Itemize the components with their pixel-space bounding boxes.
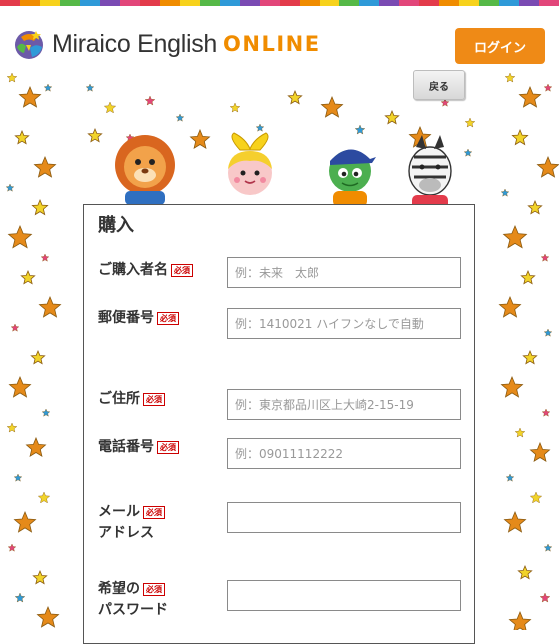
star-icon <box>43 83 53 92</box>
star-icon <box>25 436 47 457</box>
logo-online-text: ONLINE <box>223 32 321 56</box>
star-icon <box>32 569 48 585</box>
star-icon <box>505 473 515 482</box>
star-icon <box>13 473 23 482</box>
star-icon <box>498 295 522 318</box>
purchaser-name-input[interactable] <box>227 257 461 288</box>
form-title: 購入 <box>98 215 134 236</box>
star-icon <box>30 349 46 365</box>
star-icon <box>287 89 303 105</box>
star-icon <box>540 253 550 262</box>
logo-wordmark: Miraico English <box>52 29 218 58</box>
star-icon <box>6 422 18 433</box>
star-icon <box>20 269 36 285</box>
star-icon <box>36 605 60 628</box>
star-icon <box>103 101 117 114</box>
globe-logo-icon <box>15 31 43 59</box>
star-icon <box>33 155 57 178</box>
star-icon <box>508 610 532 630</box>
star-icon <box>543 83 553 92</box>
star-icon <box>527 199 543 215</box>
back-button[interactable]: 戻る <box>413 70 465 100</box>
star-icon <box>536 155 559 178</box>
star-icon <box>529 491 543 504</box>
star-icon <box>229 102 241 113</box>
phone-label: 電話番号 必須 <box>98 437 179 458</box>
star-icon <box>522 349 538 365</box>
star-icon <box>85 83 95 92</box>
purchaser-name-label: ご購入者名 必須 <box>98 260 193 281</box>
star-icon <box>14 592 26 603</box>
email-input[interactable] <box>227 502 461 533</box>
star-icon <box>31 198 49 216</box>
star-icon <box>504 72 516 83</box>
zebra-character <box>408 135 452 209</box>
star-icon <box>518 85 542 108</box>
required-badge: 必須 <box>143 392 165 406</box>
address-input[interactable] <box>227 389 461 420</box>
star-icon <box>539 592 551 603</box>
star-icon <box>320 95 344 118</box>
postal-code-label: 郵便番号 必須 <box>98 308 179 329</box>
mascot-characters <box>115 132 452 209</box>
star-icon <box>6 72 18 83</box>
star-icon <box>503 510 527 533</box>
star-icon <box>14 129 30 145</box>
star-icon <box>38 295 62 318</box>
password-input[interactable] <box>227 580 461 611</box>
star-icon <box>502 224 528 249</box>
required-badge: 必須 <box>157 440 179 454</box>
star-icon <box>13 510 37 533</box>
star-icon <box>541 408 551 417</box>
star-icon <box>18 85 42 108</box>
star-icon <box>8 375 32 398</box>
star-icon <box>529 441 551 462</box>
login-button[interactable]: ログイン <box>455 28 545 64</box>
star-icon <box>543 543 553 552</box>
required-badge: 必須 <box>143 505 165 519</box>
star-icon <box>384 109 400 125</box>
phone-input[interactable] <box>227 438 461 469</box>
star-icon <box>500 375 524 398</box>
star-icon <box>7 543 17 552</box>
star-icon <box>10 323 20 332</box>
purchase-form-panel: 購入 ご購入者名必須 郵便番号必須 ご住所必須 電話番号必須 メール必須 アドレ… <box>83 204 475 644</box>
star-icon <box>500 188 510 197</box>
star-icon <box>7 224 33 249</box>
star-icon <box>175 113 185 122</box>
required-badge: 必須 <box>157 311 179 325</box>
star-icon <box>514 427 526 438</box>
star-icon <box>511 128 529 146</box>
star-icon <box>40 253 50 262</box>
address-label: ご住所 必須 <box>98 389 165 410</box>
required-badge: 必須 <box>171 263 193 277</box>
postal-code-input[interactable] <box>227 308 461 339</box>
star-icon <box>37 491 51 504</box>
site-logo[interactable]: Miraico English ONLINE <box>12 26 321 62</box>
turtle-character <box>329 149 376 207</box>
star-icon <box>144 95 156 106</box>
lion-character <box>115 135 175 205</box>
required-badge: 必須 <box>143 582 165 596</box>
star-icon <box>41 408 51 417</box>
site-header: Miraico English ONLINE ログイン <box>0 6 559 68</box>
star-icon <box>520 269 536 285</box>
star-icon <box>517 564 533 580</box>
star-icon <box>440 98 450 107</box>
star-icon <box>543 328 553 337</box>
password-label: 希望の 必須 パスワード <box>98 581 168 618</box>
email-label: メール 必須 アドレス <box>98 502 165 544</box>
star-icon <box>5 183 15 192</box>
girl-character <box>228 132 272 195</box>
